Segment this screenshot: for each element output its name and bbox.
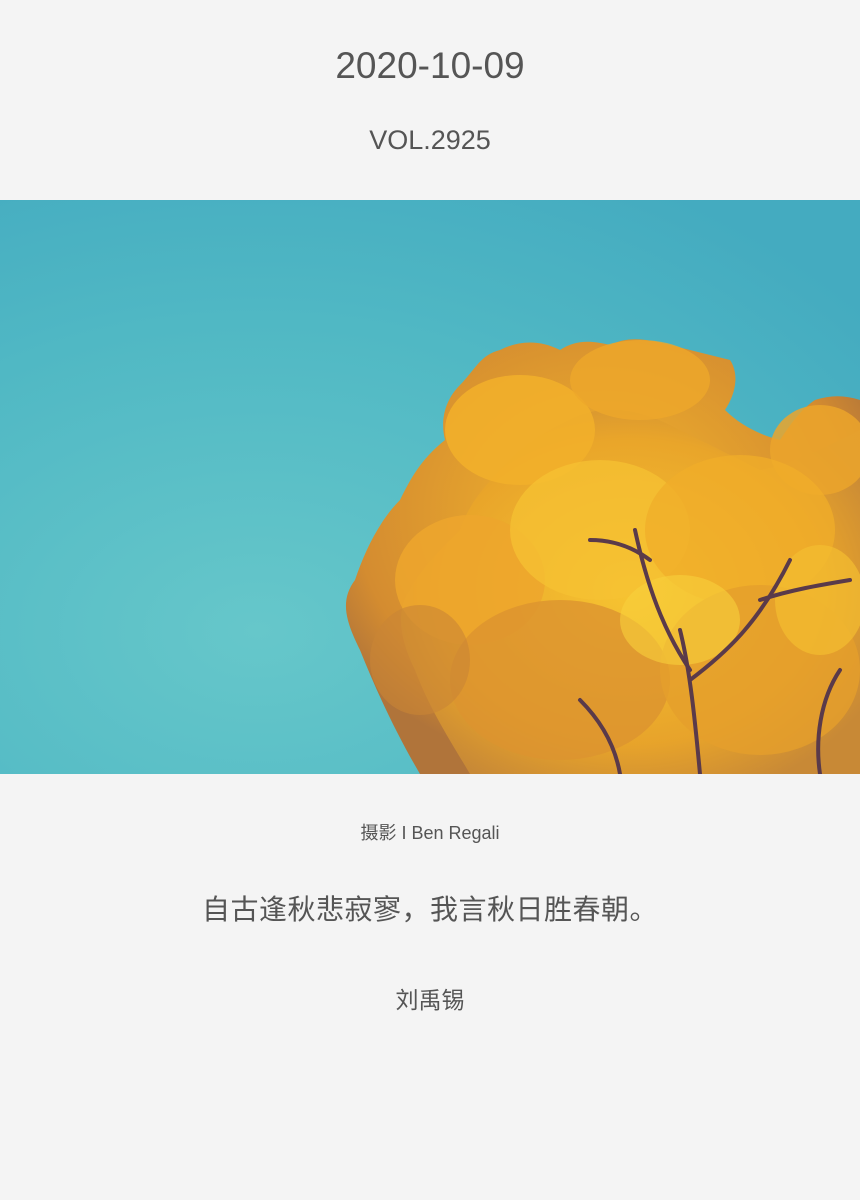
date-label: 2020-10-09 bbox=[335, 45, 525, 86]
photo-credit: 摄影 I Ben Regali bbox=[360, 823, 500, 843]
autumn-tree-image bbox=[0, 200, 860, 774]
header: 2020-10-09 VOL.2925 bbox=[0, 0, 860, 200]
daily-photo[interactable] bbox=[0, 200, 860, 774]
volume-label: VOL.2925 bbox=[369, 125, 491, 155]
quote-text: 自古逢秋悲寂寥，我言秋日胜春朝。 bbox=[201, 894, 658, 925]
quote-author: 刘禹锡 bbox=[395, 987, 465, 1013]
